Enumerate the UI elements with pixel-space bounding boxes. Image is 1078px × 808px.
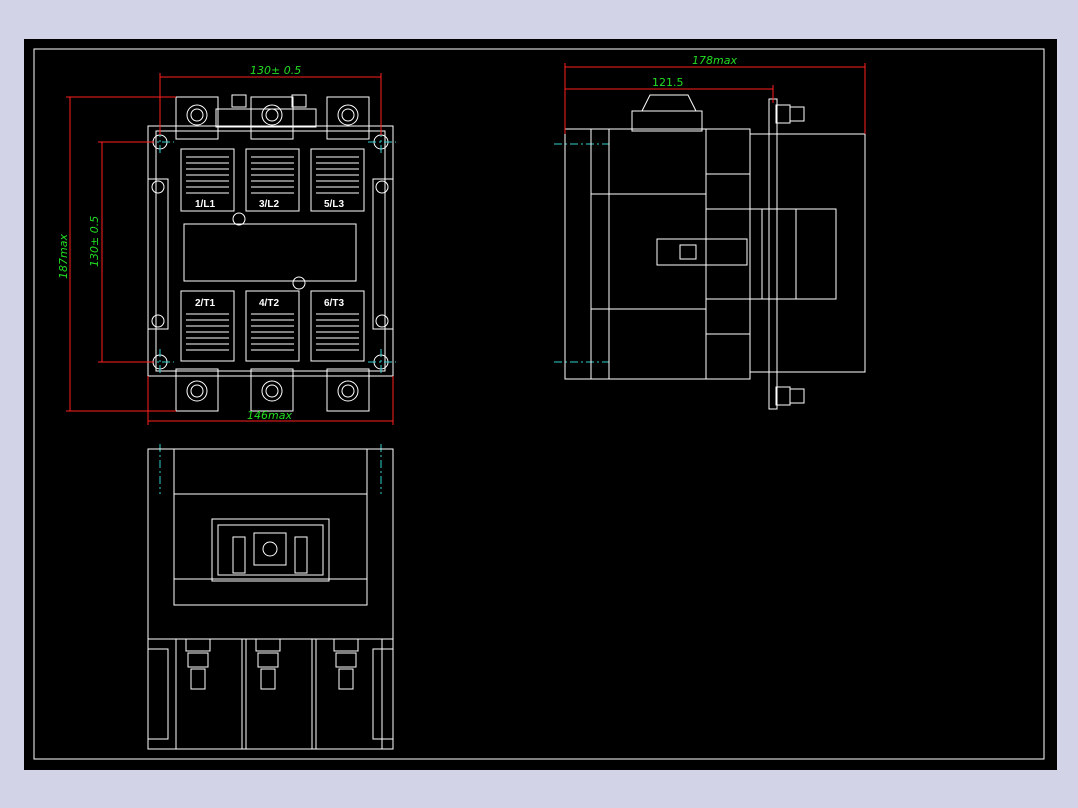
drawing-frame	[33, 48, 1045, 760]
dim-front-height-max: 187max	[57, 234, 70, 279]
dim-side-depth-mount: 121.5	[652, 76, 684, 89]
cad-drawing[interactable]: 1/L1 3/L2 5/L3 2/T1 4/T2 6/T3 130± 0.5 1…	[24, 39, 1057, 770]
terminal-label-2: 2/T1	[195, 298, 215, 309]
dim-front-width-mounting: 130± 0.5	[250, 64, 301, 77]
terminal-labels: 1/L1 3/L2 5/L3 2/T1 4/T2 6/T3	[195, 199, 344, 309]
bottom-view	[147, 448, 394, 750]
dim-front-height-mounting: 130± 0.5	[88, 216, 101, 267]
terminal-label-6: 6/T3	[324, 298, 344, 309]
terminal-label-5: 5/L3	[324, 199, 344, 210]
cad-viewport[interactable]: 1/L1 3/L2 5/L3 2/T1 4/T2 6/T3 130± 0.5 1…	[24, 39, 1057, 770]
terminal-grilles	[186, 156, 359, 351]
terminal-label-1: 1/L1	[195, 199, 215, 210]
terminal-label-4: 4/T2	[259, 298, 279, 309]
side-dimensions	[564, 63, 866, 134]
dim-front-width-max: 146max	[247, 409, 292, 422]
dim-side-depth-max: 178max	[692, 54, 737, 67]
terminal-label-3: 3/L2	[259, 199, 279, 210]
front-view	[147, 94, 394, 412]
side-view	[564, 94, 866, 410]
